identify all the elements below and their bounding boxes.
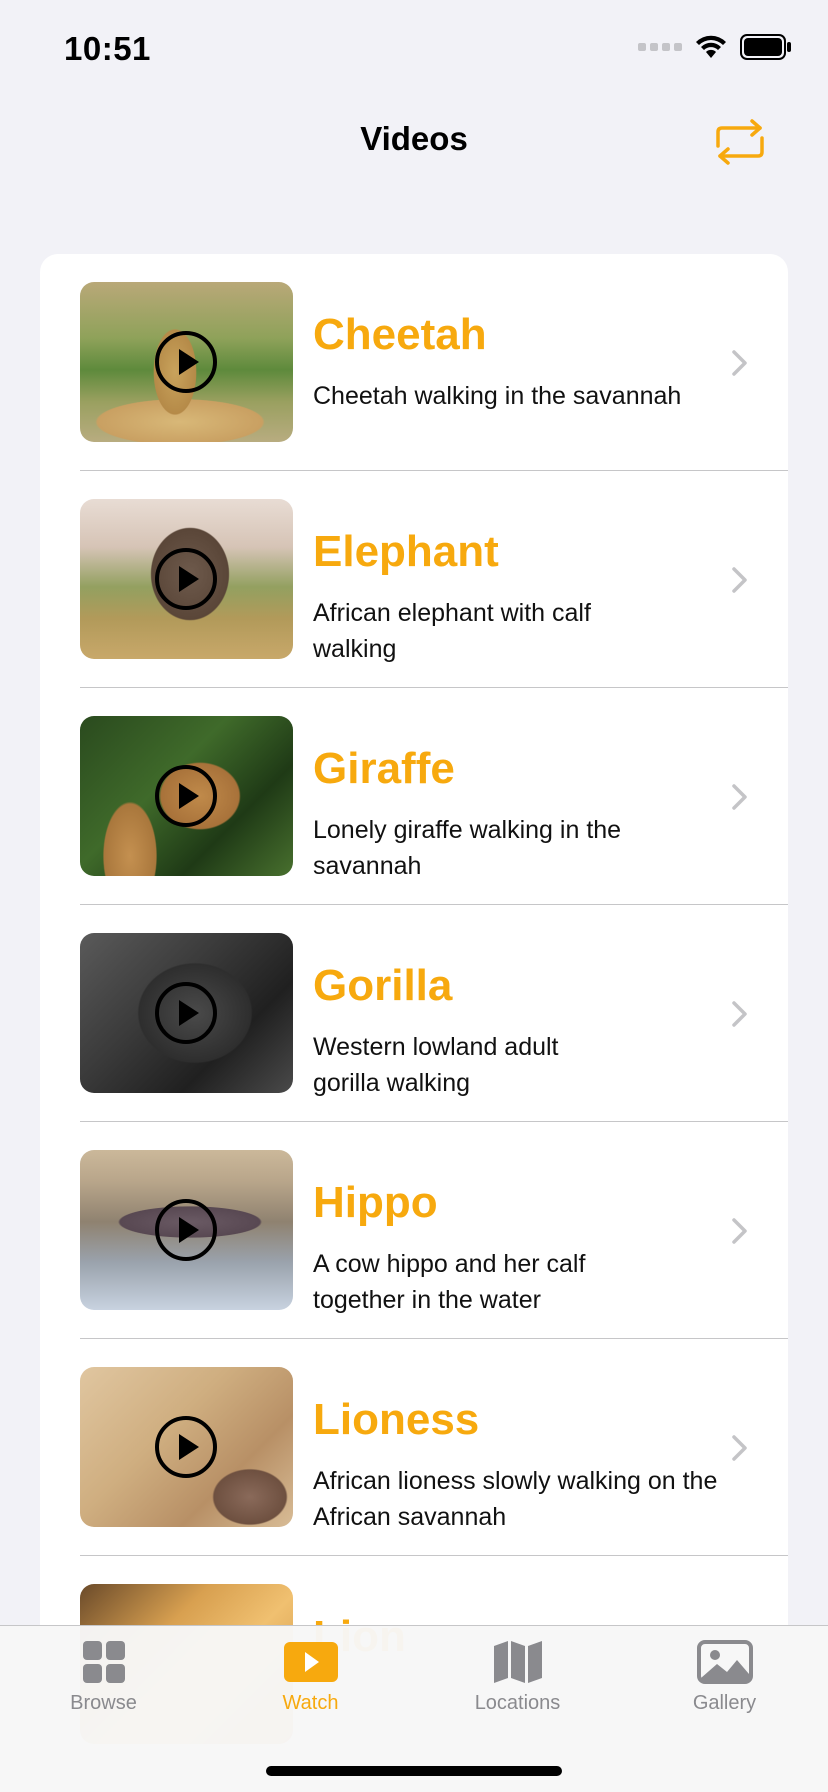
photo-icon (696, 1640, 753, 1684)
video-description: Cheetah walking in the savannah (313, 382, 682, 410)
page-title: Videos (360, 120, 468, 157)
cellular-signal-icon (638, 43, 682, 51)
video-thumbnail (80, 282, 293, 442)
video-thumbnail (80, 1150, 293, 1310)
wifi-icon (696, 35, 726, 58)
status-bar: 10:51 (0, 0, 828, 100)
video-thumbnail (80, 499, 293, 659)
home-indicator (266, 1766, 562, 1776)
tab-locations[interactable]: Locations (414, 1640, 621, 1750)
chevron-right-icon (732, 567, 747, 593)
video-title: Elephant (313, 527, 499, 576)
play-icon (155, 548, 217, 610)
video-title: Lioness (313, 1395, 480, 1444)
tab-label: Locations (474, 1692, 561, 1714)
tab-label: Watch (282, 1692, 339, 1714)
video-row-hippo[interactable]: Hippo A cow hippo and her calf together … (40, 1122, 788, 1339)
video-title: Gorilla (313, 961, 453, 1010)
play-icon (155, 1416, 217, 1478)
battery-icon (740, 34, 791, 60)
play-icon (155, 1199, 217, 1261)
video-title: Cheetah (313, 310, 487, 359)
tab-label: Gallery (692, 1692, 757, 1714)
video-row-lioness[interactable]: Lioness African lioness slowly walking o… (40, 1339, 788, 1556)
play-icon (155, 765, 217, 827)
video-row-elephant[interactable]: Elephant African elephant with calf walk… (40, 471, 788, 688)
navigation-bar: Videos (0, 100, 828, 180)
grid-icon (82, 1641, 125, 1683)
video-description: African lioness slowly walking on the Af… (313, 1467, 718, 1531)
chevron-right-icon (732, 1001, 747, 1027)
repeat-arrows-icon (716, 119, 764, 165)
video-thumbnail (80, 1367, 293, 1527)
chevron-right-icon (732, 1218, 747, 1244)
video-title: Giraffe (313, 744, 455, 793)
chevron-right-icon (732, 350, 747, 376)
play-rectangle-icon (283, 1642, 338, 1682)
video-list: Cheetah Cheetah walking in the savannah … (40, 254, 788, 1792)
video-description: A cow hippo and her calf together in the… (313, 1250, 586, 1314)
video-row-giraffe[interactable]: Giraffe Lonely giraffe walking in the sa… (40, 688, 788, 905)
video-description: Lonely giraffe walking in the savannah (313, 816, 622, 880)
video-description: Western lowland adult gorilla walking (313, 1033, 559, 1097)
play-icon (155, 331, 217, 393)
video-title: Hippo (313, 1178, 438, 1227)
tab-label: Browse (70, 1692, 137, 1714)
status-time: 10:51 (64, 30, 151, 67)
chevron-right-icon (732, 784, 747, 810)
video-row-gorilla[interactable]: Gorilla Western lowland adult gorilla wa… (40, 905, 788, 1122)
tab-gallery[interactable]: Gallery (621, 1640, 828, 1750)
status-indicators (638, 34, 792, 60)
play-icon (155, 982, 217, 1044)
map-icon (493, 1641, 542, 1683)
video-description: African elephant with calf walking (313, 599, 591, 663)
tab-browse[interactable]: Browse (0, 1640, 207, 1750)
refresh-button[interactable] (712, 118, 768, 166)
video-thumbnail (80, 933, 293, 1093)
video-row-cheetah[interactable]: Cheetah Cheetah walking in the savannah (40, 254, 788, 471)
chevron-right-icon (732, 1435, 747, 1461)
tab-watch[interactable]: Watch (207, 1640, 414, 1750)
video-thumbnail (80, 716, 293, 876)
